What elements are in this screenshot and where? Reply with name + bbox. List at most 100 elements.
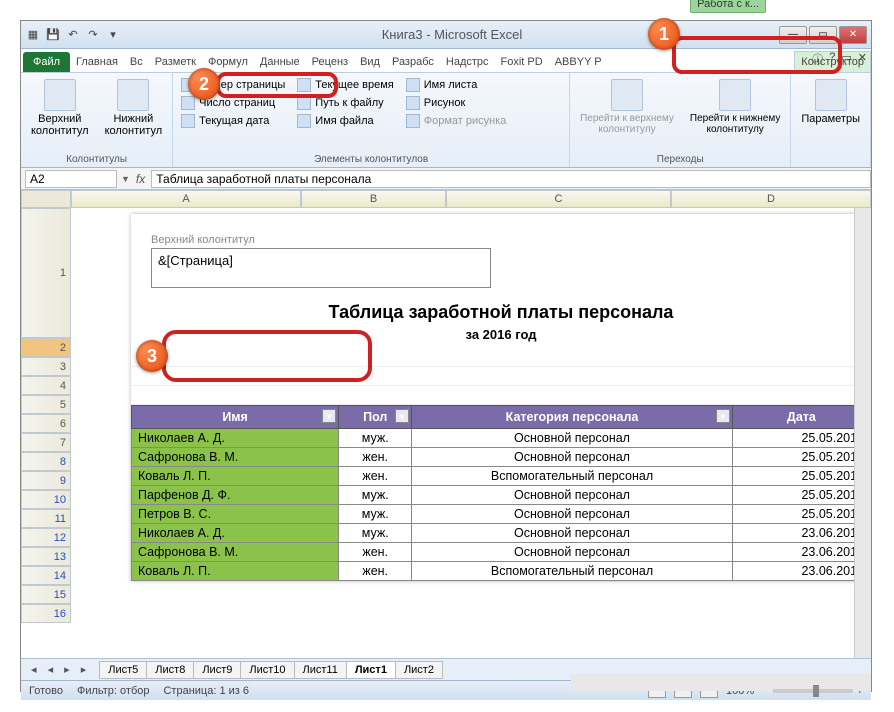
sheet-tab[interactable]: Лист9	[193, 661, 241, 679]
tab-layout[interactable]: Разметк	[149, 52, 202, 72]
cell-sex[interactable]: муж.	[339, 524, 412, 543]
tab-addins[interactable]: Надстрс	[440, 52, 495, 72]
row-head-6[interactable]: 6	[21, 414, 71, 433]
formula-input[interactable]: Таблица заработной платы персонала	[151, 170, 871, 188]
current-time-button[interactable]: Текущее время	[295, 77, 395, 93]
save-icon[interactable]: 💾	[45, 27, 61, 43]
cell-date[interactable]: 23.06.2016	[732, 562, 870, 581]
cell-cat[interactable]: Вспомогательный персонал	[412, 562, 733, 581]
select-all-corner[interactable]	[21, 190, 71, 208]
row-head-7[interactable]: 7	[21, 433, 71, 452]
namebox-dropdown-icon[interactable]: ▼	[121, 174, 130, 184]
table-row[interactable]: Николаев А. Д.муж.Основной персонал25.05…	[132, 429, 871, 448]
tab-insert[interactable]: Вс	[124, 52, 149, 72]
row-head-9[interactable]: 9	[21, 471, 71, 490]
file-path-button[interactable]: Путь к файлу	[295, 95, 395, 111]
cell-name[interactable]: Парфенов Д. Ф.	[132, 486, 339, 505]
th-cat[interactable]: Категория персонала▾	[412, 406, 733, 429]
cell-cat[interactable]: Вспомогательный персонал	[412, 467, 733, 486]
sheet-name-button[interactable]: Имя листа	[404, 77, 509, 93]
vertical-scrollbar[interactable]	[854, 208, 871, 658]
row-head-14[interactable]: 14	[21, 566, 71, 585]
cell-sex[interactable]: жен.	[339, 543, 412, 562]
table-row[interactable]: Сафронова В. М.жен.Основной персонал25.0…	[132, 448, 871, 467]
qat-more-icon[interactable]: ▾	[105, 27, 121, 43]
win-close-icon[interactable]: ✕	[858, 51, 867, 67]
maximize-button[interactable]: ▭	[809, 26, 837, 44]
tab-view[interactable]: Вид	[354, 52, 386, 72]
row-head-11[interactable]: 11	[21, 509, 71, 528]
options-button[interactable]: Параметры	[797, 77, 864, 127]
col-head-d[interactable]: D	[671, 190, 871, 208]
cell-sex[interactable]: муж.	[339, 505, 412, 524]
minimize-button[interactable]: —	[779, 26, 807, 44]
cell-name[interactable]: Сафронова В. М.	[132, 448, 339, 467]
goto-footer-button[interactable]: Перейти к нижнему колонтитулу	[686, 77, 784, 137]
cell-sex[interactable]: жен.	[339, 562, 412, 581]
cell-cat[interactable]: Основной персонал	[412, 505, 733, 524]
th-name[interactable]: Имя▾	[132, 406, 339, 429]
cell-name[interactable]: Коваль Л. П.	[132, 562, 339, 581]
help-icon[interactable]: ?	[829, 51, 835, 67]
cell-sex[interactable]: муж.	[339, 429, 412, 448]
footer-button[interactable]: Нижний колонтитул	[101, 77, 167, 139]
cell-sex[interactable]: муж.	[339, 486, 412, 505]
cell-name[interactable]: Николаев А. Д.	[132, 524, 339, 543]
name-box[interactable]: A2	[25, 170, 117, 188]
format-picture-button[interactable]: Формат рисунка	[404, 113, 509, 129]
header-left-section[interactable]: &[Страница]	[151, 248, 491, 288]
table-row[interactable]: Петров В. С.муж.Основной персонал25.05.2…	[132, 505, 871, 524]
cell-date[interactable]: 25.05.2016	[732, 448, 870, 467]
cell-name[interactable]: Николаев А. Д.	[132, 429, 339, 448]
tab-file[interactable]: Файл	[23, 52, 70, 72]
close-button[interactable]: ✕	[839, 26, 867, 44]
row-head-4[interactable]: 4	[21, 376, 71, 395]
zoom-slider[interactable]	[773, 689, 853, 693]
filter-dropdown-icon[interactable]: ▾	[322, 409, 336, 423]
sheet-tab[interactable]: Лист1	[346, 661, 396, 679]
tab-data[interactable]: Данные	[254, 52, 306, 72]
cell-date[interactable]: 23.06.2016	[732, 524, 870, 543]
table-row[interactable]: Николаев А. Д.муж.Основной персонал23.06…	[132, 524, 871, 543]
row-head-16[interactable]: 16	[21, 604, 71, 623]
file-name-button[interactable]: Имя файла	[295, 113, 395, 129]
picture-button[interactable]: Рисунок	[404, 95, 509, 111]
row-head-8[interactable]: 8	[21, 452, 71, 471]
tab-review[interactable]: Реценз	[306, 52, 354, 72]
cell-name[interactable]: Сафронова В. М.	[132, 543, 339, 562]
tab-foxit[interactable]: Foxit PD	[495, 52, 549, 72]
sheet-tab[interactable]: Лист8	[146, 661, 194, 679]
col-head-b[interactable]: B	[301, 190, 446, 208]
sheet-title-cell[interactable]: Таблица заработной платы персонала	[131, 296, 871, 325]
current-date-button[interactable]: Текущая дата	[179, 113, 287, 129]
redo-icon[interactable]: ↷	[85, 27, 101, 43]
tab-home[interactable]: Главная	[70, 52, 124, 72]
cell-date[interactable]: 25.05.2016	[732, 429, 870, 448]
row-head-12[interactable]: 12	[21, 528, 71, 547]
cell-sex[interactable]: жен.	[339, 467, 412, 486]
table-row[interactable]: Сафронова В. М.жен.Основной персонал23.0…	[132, 543, 871, 562]
ribbon-min-icon[interactable]: ⓘ	[812, 51, 823, 67]
sheet-tab[interactable]: Лист2	[395, 661, 443, 679]
sheet-nav-buttons[interactable]: ◂ ◂ ▸ ▸	[21, 663, 100, 676]
sheet-tab[interactable]: Лист5	[99, 661, 147, 679]
sheet-tab[interactable]: Лист10	[240, 661, 294, 679]
sheet-tab[interactable]: Лист11	[294, 661, 347, 679]
row-head-3[interactable]: 3	[21, 357, 71, 376]
goto-header-button[interactable]: Перейти к верхнему колонтитулу	[576, 77, 678, 137]
row-head-1[interactable]: 1	[21, 208, 71, 338]
cell-date[interactable]: 25.05.2016	[732, 486, 870, 505]
undo-icon[interactable]: ↶	[65, 27, 81, 43]
col-head-a[interactable]: A	[71, 190, 301, 208]
fx-label[interactable]: fx	[130, 172, 151, 186]
row-head-13[interactable]: 13	[21, 547, 71, 566]
cell-name[interactable]: Петров В. С.	[132, 505, 339, 524]
cell-cat[interactable]: Основной персонал	[412, 543, 733, 562]
sheet-subtitle-cell[interactable]: за 2016 год	[131, 325, 871, 348]
cell-sex[interactable]: жен.	[339, 448, 412, 467]
filter-dropdown-icon[interactable]: ▾	[395, 409, 409, 423]
table-row[interactable]: Коваль Л. П.жен.Вспомогательный персонал…	[132, 467, 871, 486]
th-sex[interactable]: Пол▾	[339, 406, 412, 429]
cell-cat[interactable]: Основной персонал	[412, 524, 733, 543]
tab-dev[interactable]: Разрабс	[386, 52, 440, 72]
